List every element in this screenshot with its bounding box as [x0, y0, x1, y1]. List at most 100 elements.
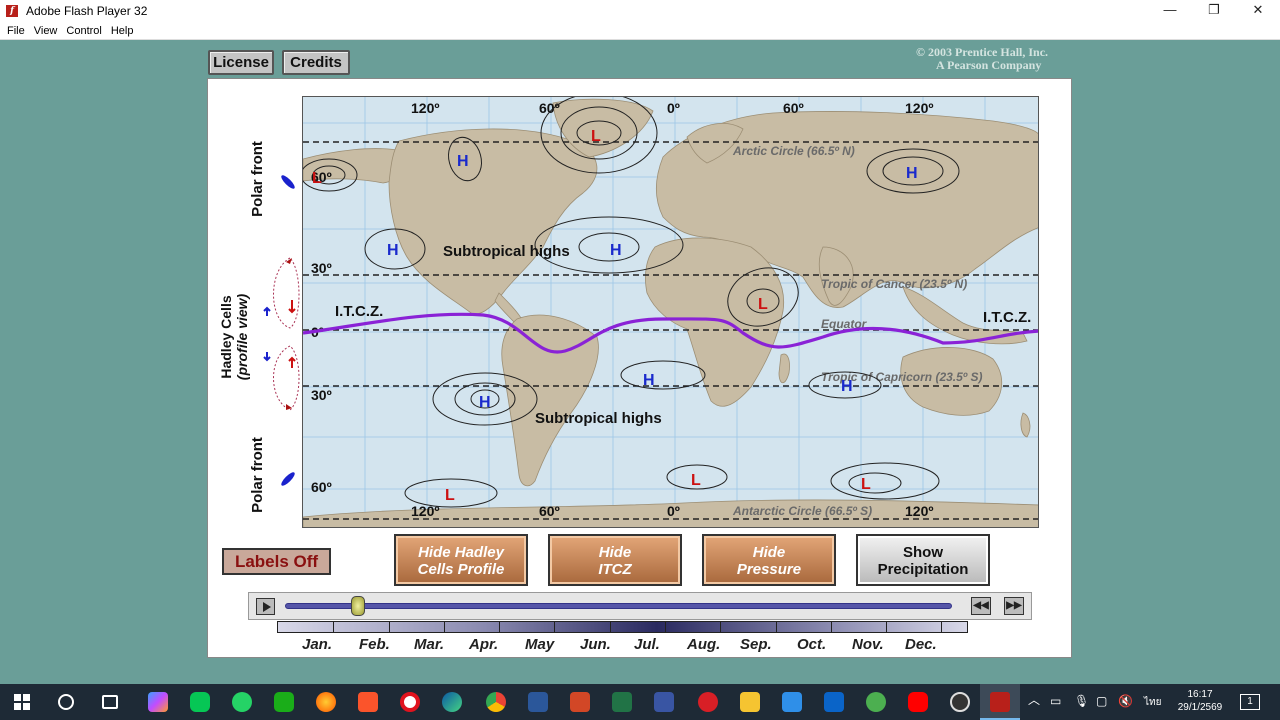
month-label: Sep.: [740, 636, 772, 653]
high-pressure-center: H: [457, 153, 469, 170]
copyright-line2: A Pearson Company: [936, 58, 1042, 72]
file-explorer-icon[interactable]: [740, 692, 760, 712]
opera-icon[interactable]: [400, 692, 420, 712]
language-indicator[interactable]: ไทย: [1144, 696, 1161, 709]
month-label: Jun.: [580, 636, 611, 653]
search-icon[interactable]: [58, 694, 74, 710]
month-tick: [499, 622, 500, 632]
powerpoint-icon[interactable]: [570, 692, 590, 712]
timeline-thumb[interactable]: [351, 596, 365, 616]
labels-off-button[interactable]: Labels Off: [222, 548, 331, 575]
month-tick: [941, 622, 942, 632]
high-pressure-center: H: [610, 242, 622, 259]
lon-label-top: 120º: [411, 100, 439, 116]
credits-button[interactable]: Credits: [282, 50, 350, 75]
copyright-notice: © 2003 Prentice Hall, Inc. A Pearson Com…: [916, 46, 1048, 72]
title-bar: f Adobe Flash Player 32 — ❐ ✕: [0, 0, 1280, 22]
start-windows-icon[interactable]: [14, 694, 30, 710]
low-pressure-center: L: [445, 487, 455, 504]
hadley-cells-title: Hadley Cells: [218, 295, 234, 379]
youtube-icon[interactable]: [908, 692, 928, 712]
whatsapp-icon[interactable]: [232, 692, 252, 712]
menu-control[interactable]: Control: [66, 25, 101, 37]
menu-view[interactable]: View: [34, 25, 58, 37]
display-icon[interactable]: ▢: [1096, 695, 1107, 708]
volume-muted-icon[interactable]: 🔇: [1118, 695, 1133, 708]
app-green-icon[interactable]: [866, 692, 886, 712]
timeline-controller: ◀◀ ▶▶: [248, 592, 1032, 620]
month-scale-bar: [277, 621, 968, 633]
clock-date: 29/1/2569: [1177, 702, 1223, 713]
word-icon[interactable]: [528, 692, 548, 712]
firefox-icon[interactable]: [316, 692, 336, 712]
restore-button[interactable]: ❐: [1192, 0, 1236, 22]
hide-pressure-button[interactable]: Hide Pressure: [702, 534, 836, 586]
edge-icon[interactable]: [442, 692, 462, 712]
month-label: Jul.: [634, 636, 660, 653]
hide-hadley-cells-button[interactable]: Hide Hadley Cells Profile: [394, 534, 528, 586]
hadley-cells-subtitle: (profile view): [234, 293, 250, 381]
subtropical-highs-north-label: Subtropical highs: [443, 243, 570, 260]
hadley-cell-south-loop: [273, 345, 300, 411]
menu-file[interactable]: File: [7, 25, 25, 37]
task-view-icon[interactable]: [102, 695, 118, 709]
line-app-icon[interactable]: [190, 692, 210, 712]
show-precipitation-button[interactable]: Show Precipitation: [856, 534, 990, 586]
menu-help[interactable]: Help: [111, 25, 134, 37]
fast-forward-button[interactable]: ▶▶: [1004, 597, 1024, 615]
low-pressure-center: L: [861, 476, 871, 493]
microsoft-store-icon[interactable]: [782, 692, 802, 712]
clock[interactable]: 16:17 29/1/2569: [1172, 688, 1228, 714]
timeline-track[interactable]: [285, 603, 952, 609]
world-map: Arctic Circle (66.5º N) Tropic of Cancer…: [302, 96, 1039, 528]
wechat-icon[interactable]: [274, 692, 294, 712]
low-pressure-center: L: [312, 170, 322, 187]
chrome-icon[interactable]: [486, 692, 506, 712]
minimize-button[interactable]: —: [1148, 0, 1192, 22]
lon-label-bottom: 60º: [539, 503, 560, 519]
lon-label-top: 0º: [667, 100, 680, 116]
app-red-icon[interactable]: [698, 692, 718, 712]
lon-label-bottom: 0º: [667, 503, 680, 519]
month-label: Jan.: [302, 636, 333, 653]
month-tick: [554, 622, 555, 632]
antarctic-circle-label: Antarctic Circle (66.5º S): [732, 504, 872, 518]
close-button[interactable]: ✕: [1236, 0, 1280, 22]
license-button[interactable]: License: [208, 50, 274, 75]
excel-icon[interactable]: [612, 692, 632, 712]
copilot-icon[interactable]: [148, 692, 168, 712]
month-tick: [444, 622, 445, 632]
clock-time: 16:17: [1187, 689, 1213, 700]
outlook-icon[interactable]: [824, 692, 844, 712]
notifications-icon[interactable]: 1: [1240, 694, 1260, 710]
brave-browser-icon[interactable]: [358, 692, 378, 712]
rewind-button[interactable]: ◀◀: [971, 597, 991, 615]
microphone-icon[interactable]: 🎙: [1074, 695, 1089, 708]
high-pressure-center: H: [479, 394, 491, 411]
month-tick: [831, 622, 832, 632]
month-tick: [333, 622, 334, 632]
hadley-arrow: [288, 356, 296, 368]
hadley-cells-profile: [263, 175, 300, 486]
window-controls: — ❐ ✕: [1148, 0, 1280, 22]
flash-player-taskbar-button[interactable]: [980, 684, 1020, 720]
high-pressure-center: H: [387, 242, 399, 259]
visio-icon[interactable]: [654, 692, 674, 712]
window-title: Adobe Flash Player 32: [26, 4, 148, 18]
lon-label-top: 60º: [783, 100, 804, 116]
tray-overflow-icon[interactable]: ︿: [1028, 694, 1040, 707]
hide-pressure-line2: Pressure: [736, 561, 802, 578]
network-icon[interactable]: ▭: [1050, 695, 1061, 708]
hide-itcz-button[interactable]: Hide ITCZ: [548, 534, 682, 586]
month-label: Feb.: [359, 636, 390, 653]
lon-label-top: 120º: [905, 100, 933, 116]
month-label: Oct.: [797, 636, 827, 653]
hadley-arrow: [263, 352, 271, 362]
polar-front-marker-north: [281, 175, 295, 189]
play-button[interactable]: [256, 598, 275, 615]
obs-icon[interactable]: [950, 692, 970, 712]
hadley-cells-label: Hadley Cells (profile view): [218, 282, 252, 392]
lon-label-bottom: 120º: [905, 503, 933, 519]
tropic-of-cancer-label: Tropic of Cancer (23.5º N): [821, 277, 967, 291]
hide-itcz-line2: ITCZ: [598, 561, 632, 578]
